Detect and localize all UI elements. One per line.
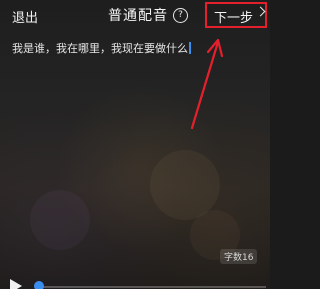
progress-thumb[interactable] <box>34 281 44 289</box>
word-count-badge: 字数16 <box>220 249 258 264</box>
play-icon[interactable] <box>10 279 22 289</box>
dubbing-screen: 退出 普通配音 ? 下一步 我是谁，我在哪里，我现在要做什么 字数16 <box>0 0 270 289</box>
progress-track[interactable] <box>36 286 266 288</box>
annotation-arrow <box>190 38 224 130</box>
